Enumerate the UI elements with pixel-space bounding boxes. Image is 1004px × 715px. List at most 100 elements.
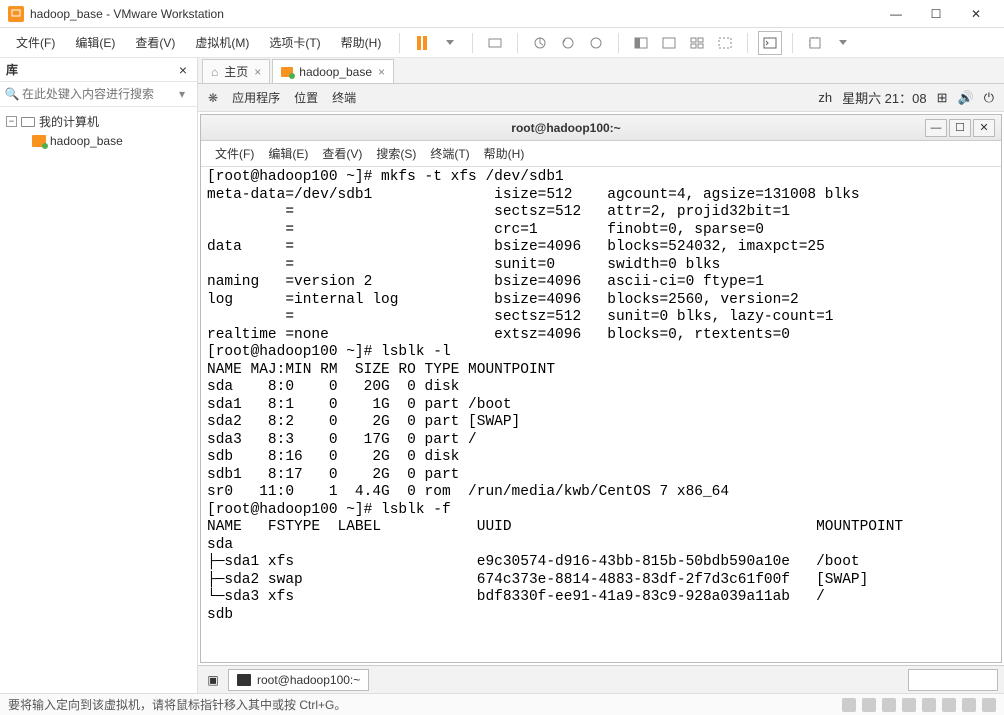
library-title: 库 bbox=[6, 61, 175, 78]
search-dropdown-icon[interactable]: ▾ bbox=[179, 87, 193, 101]
menu-view[interactable]: 查看(V) bbox=[127, 31, 183, 54]
vm-icon bbox=[32, 135, 46, 147]
gnome-network-icon[interactable]: ⊞ bbox=[937, 90, 948, 106]
gnome-activities-icon[interactable]: ❋ bbox=[208, 91, 218, 105]
device-usb-icon[interactable] bbox=[902, 698, 916, 712]
term-menu-file[interactable]: 文件(F) bbox=[209, 143, 260, 164]
window-title: hadoop_base - VMware Workstation bbox=[30, 7, 876, 21]
vmware-app-icon bbox=[8, 6, 24, 22]
vm-tree: − 我的计算机 hadoop_base bbox=[0, 107, 197, 154]
workspace: 库 × 🔍 ▾ − 我的计算机 hadoop_base ⌂ 主页 bbox=[0, 58, 1004, 693]
taskbar-show-desktop-icon[interactable]: ▣ bbox=[204, 673, 222, 687]
device-harddisk-icon[interactable] bbox=[842, 698, 856, 712]
menu-edit[interactable]: 编辑(E) bbox=[67, 31, 123, 54]
guest-terminal-window: root@hadoop100:~ — ☐ ✕ 文件(F) 编辑(E) 查看(V)… bbox=[200, 114, 1002, 663]
tab-vm-close[interactable]: × bbox=[378, 65, 385, 79]
search-icon: 🔍 bbox=[4, 87, 20, 101]
device-sound-icon[interactable] bbox=[922, 698, 936, 712]
tree-vm-hadoop-base[interactable]: hadoop_base bbox=[4, 132, 193, 150]
device-printer-icon[interactable] bbox=[942, 698, 956, 712]
library-panel: 库 × 🔍 ▾ − 我的计算机 hadoop_base bbox=[0, 58, 198, 693]
terminal-icon bbox=[237, 674, 251, 686]
term-menu-terminal[interactable]: 终端(T) bbox=[424, 143, 475, 164]
tree-root-label: 我的计算机 bbox=[39, 113, 99, 130]
fit-guest-button[interactable] bbox=[803, 31, 827, 55]
window-titlebar: hadoop_base - VMware Workstation — ☐ ✕ bbox=[0, 0, 1004, 28]
device-more-icon[interactable] bbox=[982, 698, 996, 712]
terminal-titlebar[interactable]: root@hadoop100:~ — ☐ ✕ bbox=[201, 115, 1001, 141]
tab-home-label: 主页 bbox=[224, 63, 248, 80]
device-status-icons bbox=[842, 698, 996, 712]
gnome-terminal-menu[interactable]: 终端 bbox=[332, 89, 356, 106]
thumbnail-button[interactable] bbox=[685, 31, 709, 55]
window-maximize-button[interactable]: ☐ bbox=[916, 2, 956, 26]
toolbar-separator bbox=[517, 33, 518, 53]
fit-dropdown[interactable] bbox=[831, 31, 855, 55]
toolbar-separator bbox=[399, 33, 400, 53]
gnome-input-method[interactable]: zh bbox=[818, 90, 832, 105]
library-search-input[interactable] bbox=[20, 85, 179, 103]
library-search-row: 🔍 ▾ bbox=[0, 82, 197, 107]
term-menu-search[interactable]: 搜索(S) bbox=[370, 143, 422, 164]
menu-help[interactable]: 帮助(H) bbox=[333, 31, 390, 54]
gnome-applications-menu[interactable]: 应用程序 bbox=[232, 89, 280, 106]
term-menu-view[interactable]: 查看(V) bbox=[316, 143, 368, 164]
vmware-statusbar: 要将输入定向到该虚拟机，请将鼠标指针移入其中或按 Ctrl+G。 bbox=[0, 693, 1004, 715]
tab-hadoop-base[interactable]: hadoop_base × bbox=[272, 59, 394, 83]
library-header: 库 × bbox=[0, 58, 197, 82]
menu-tabs[interactable]: 选项卡(T) bbox=[261, 31, 328, 54]
main-menubar: 文件(F) 编辑(E) 查看(V) 虚拟机(M) 选项卡(T) 帮助(H) bbox=[0, 28, 1004, 58]
tree-vm-label: hadoop_base bbox=[50, 134, 123, 148]
terminal-close-button[interactable]: ✕ bbox=[973, 119, 995, 137]
tree-root-my-computer[interactable]: − 我的计算机 bbox=[4, 111, 193, 132]
taskbar-workspace-switcher[interactable] bbox=[908, 669, 998, 691]
fullscreen-button[interactable] bbox=[629, 31, 653, 55]
menu-vm[interactable]: 虚拟机(M) bbox=[187, 31, 257, 54]
terminal-maximize-button[interactable]: ☐ bbox=[949, 119, 971, 137]
window-minimize-button[interactable]: — bbox=[876, 2, 916, 26]
taskbar-terminal-label: root@hadoop100:~ bbox=[257, 673, 360, 687]
tab-home[interactable]: ⌂ 主页 × bbox=[202, 59, 270, 83]
guest-taskbar: ▣ root@hadoop100:~ bbox=[198, 665, 1004, 693]
taskbar-terminal-button[interactable]: root@hadoop100:~ bbox=[228, 669, 369, 691]
terminal-output[interactable]: [root@hadoop100 ~]# mkfs -t xfs /dev/sdb… bbox=[201, 167, 1001, 662]
revert-snapshot-button[interactable] bbox=[556, 31, 580, 55]
manage-snapshots-button[interactable] bbox=[584, 31, 608, 55]
stretch-button[interactable] bbox=[713, 31, 737, 55]
gnome-volume-icon[interactable]: 🔊 bbox=[958, 90, 974, 106]
gnome-power-icon[interactable]: ⏻ bbox=[984, 90, 994, 106]
send-ctrl-alt-del-button[interactable] bbox=[483, 31, 507, 55]
terminal-minimize-button[interactable]: — bbox=[925, 119, 947, 137]
statusbar-message: 要将输入定向到该虚拟机，请将鼠标指针移入其中或按 Ctrl+G。 bbox=[8, 696, 842, 713]
device-cdrom-icon[interactable] bbox=[862, 698, 876, 712]
tab-vm-label: hadoop_base bbox=[299, 65, 372, 79]
toolbar-separator bbox=[618, 33, 619, 53]
gnome-clock[interactable]: 星期六 21：08 bbox=[842, 88, 927, 107]
pause-vm-button[interactable] bbox=[410, 31, 434, 55]
unity-button[interactable] bbox=[657, 31, 681, 55]
term-menu-edit[interactable]: 编辑(E) bbox=[262, 143, 314, 164]
terminal-menubar: 文件(F) 编辑(E) 查看(V) 搜索(S) 终端(T) 帮助(H) bbox=[201, 141, 1001, 167]
pause-dropdown[interactable] bbox=[438, 31, 462, 55]
main-area: ⌂ 主页 × hadoop_base × ❋ 应用程序 位置 终端 zh 星期六… bbox=[198, 58, 1004, 693]
console-button[interactable] bbox=[758, 31, 782, 55]
home-icon: ⌂ bbox=[211, 65, 218, 79]
menu-file[interactable]: 文件(F) bbox=[8, 31, 63, 54]
window-close-button[interactable]: ✕ bbox=[956, 2, 996, 26]
toolbar-separator bbox=[747, 33, 748, 53]
device-display-icon[interactable] bbox=[962, 698, 976, 712]
toolbar-separator bbox=[472, 33, 473, 53]
gnome-places-menu[interactable]: 位置 bbox=[294, 89, 318, 106]
library-close-button[interactable]: × bbox=[175, 62, 191, 78]
toolbar-separator bbox=[792, 33, 793, 53]
device-network-icon[interactable] bbox=[882, 698, 896, 712]
guest-gnome-topbar: ❋ 应用程序 位置 终端 zh 星期六 21：08 ⊞ 🔊 ⏻ bbox=[198, 84, 1004, 112]
term-menu-help[interactable]: 帮助(H) bbox=[478, 143, 531, 164]
computer-icon bbox=[21, 117, 35, 127]
vm-icon bbox=[281, 67, 293, 77]
snapshot-button[interactable] bbox=[528, 31, 552, 55]
tree-toggle-icon[interactable]: − bbox=[6, 116, 17, 127]
tab-home-close[interactable]: × bbox=[254, 65, 261, 79]
terminal-title: root@hadoop100:~ bbox=[207, 121, 925, 135]
vm-tabstrip: ⌂ 主页 × hadoop_base × bbox=[198, 58, 1004, 84]
